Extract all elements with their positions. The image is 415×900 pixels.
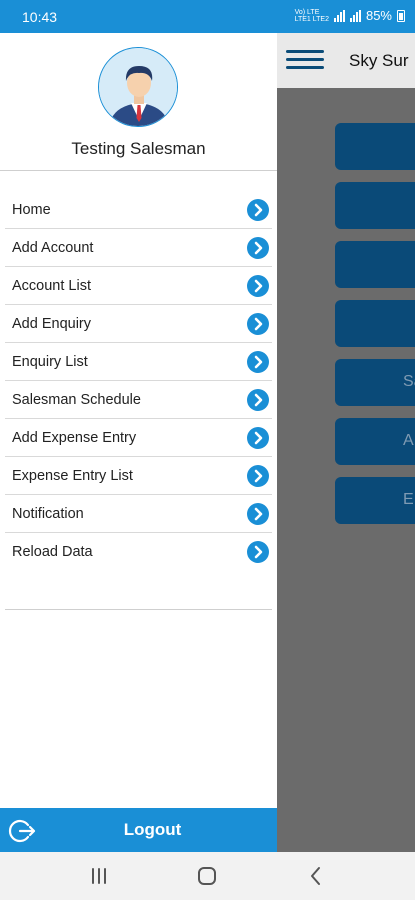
menu-item-salesman-schedule[interactable]: Salesman Schedule: [5, 381, 272, 419]
chevron-right-icon: [247, 199, 269, 221]
dashboard-tile[interactable]: A: [335, 418, 415, 465]
menu-item-label: Reload Data: [12, 544, 93, 560]
menu-item-label: Add Enquiry: [12, 316, 91, 332]
chevron-right-icon: [247, 351, 269, 373]
signal-icon: [333, 9, 345, 22]
logout-label: Logout: [123, 820, 182, 839]
salesman-avatar-icon: [98, 47, 178, 127]
divider: [5, 609, 272, 610]
signal-icon-2: [349, 9, 361, 22]
chevron-right-icon: [247, 389, 269, 411]
menu-item-add-expense-entry[interactable]: Add Expense Entry: [5, 419, 272, 457]
menu-item-label: Expense Entry List: [12, 468, 133, 484]
system-nav-bar: [0, 852, 415, 900]
dashboard-tile[interactable]: E: [335, 477, 415, 524]
menu-item-home[interactable]: Home: [5, 191, 272, 229]
network-type-icon: Vo) LTE LTE1 LTE2: [294, 8, 329, 23]
menu-item-notification[interactable]: Notification: [5, 495, 272, 533]
menu-item-reload-data[interactable]: Reload Data: [5, 533, 272, 571]
recent-apps-icon[interactable]: [87, 864, 111, 888]
menu-item-add-account[interactable]: Add Account: [5, 229, 272, 267]
menu-item-label: Enquiry List: [12, 354, 88, 370]
chevron-right-icon: [247, 465, 269, 487]
background-app-header: Sky Sur: [277, 33, 415, 88]
battery-percent: 85%: [365, 8, 392, 23]
chevron-right-icon: [247, 237, 269, 259]
hamburger-menu-icon[interactable]: [286, 49, 324, 71]
drawer-menu: Home Add Account Account List Add Enquir…: [5, 191, 272, 571]
home-icon[interactable]: [195, 864, 219, 888]
battery-icon: [397, 9, 405, 22]
user-name: Testing Salesman: [71, 139, 206, 158]
menu-item-enquiry-list[interactable]: Enquiry List: [5, 343, 272, 381]
menu-item-label: Salesman Schedule: [12, 392, 141, 408]
background-app[interactable]: Sky Sur Sa A E: [277, 33, 415, 852]
dashboard-tile[interactable]: [335, 182, 415, 229]
dashboard-tile[interactable]: [335, 123, 415, 170]
chevron-right-icon: [247, 541, 269, 563]
status-bar: 10:43 Vo) LTE LTE1 LTE2 85%: [0, 0, 415, 33]
dashboard-tile[interactable]: [335, 300, 415, 347]
background-app-title: Sky Sur: [349, 51, 409, 70]
chevron-right-icon: [247, 503, 269, 525]
menu-item-label: Notification: [12, 506, 84, 522]
menu-item-label: Add Account: [12, 240, 94, 256]
chevron-right-icon: [247, 275, 269, 297]
divider: [0, 170, 277, 171]
chevron-right-icon: [247, 427, 269, 449]
status-time: 10:43: [22, 9, 58, 25]
menu-item-add-enquiry[interactable]: Add Enquiry: [5, 305, 272, 343]
back-icon[interactable]: [304, 864, 328, 888]
menu-item-label: Account List: [12, 278, 91, 294]
status-indicators: Vo) LTE LTE1 LTE2 85%: [295, 8, 405, 23]
menu-item-expense-entry-list[interactable]: Expense Entry List: [5, 457, 272, 495]
menu-item-label: Home: [12, 202, 51, 218]
chevron-right-icon: [247, 313, 269, 335]
logout-button[interactable]: Logout: [0, 808, 277, 852]
dashboard-tile[interactable]: [335, 241, 415, 288]
dashboard-tile[interactable]: Sa: [335, 359, 415, 406]
menu-item-label: Add Expense Entry: [12, 430, 137, 446]
navigation-drawer: Testing Salesman Home Add Account Accoun…: [0, 33, 277, 852]
menu-item-account-list[interactable]: Account List: [5, 267, 272, 305]
